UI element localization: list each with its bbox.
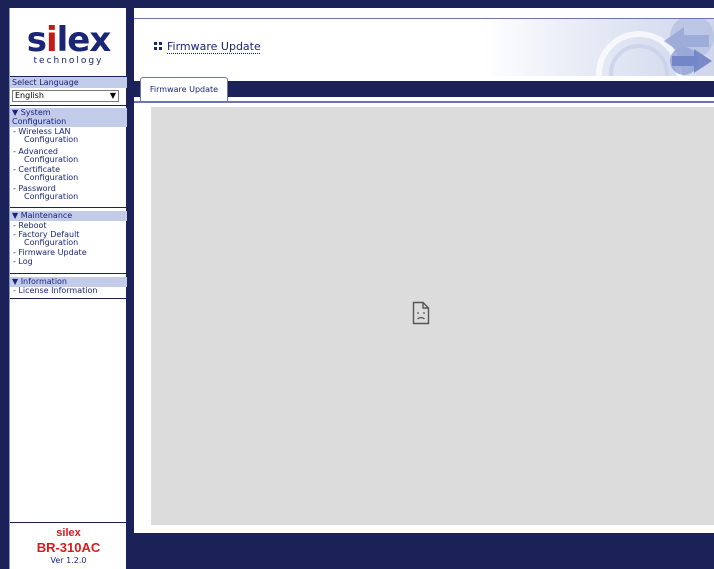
silex-logo: silex technology [10,14,127,76]
language-separator [10,105,127,106]
broken-page-icon [412,301,430,325]
grid-bullet-icon [154,42,162,50]
menu-item-advanced-configuration[interactable]: - Advanced Configuration [13,148,125,164]
menu-item-certificate-configuration[interactable]: - Certificate Configuration [13,166,125,182]
menu-item-wireless-lan-configuration[interactable]: - Wireless LAN Configuration [13,128,125,144]
chevron-down-icon: ▼ [109,91,116,100]
language-selected-value: English [15,91,44,100]
menu-item-firmware-update[interactable]: - Firmware Update [13,249,125,257]
menu-item-license-information[interactable]: - License Information [13,287,125,295]
logo-wordmark: silex [10,22,127,58]
logo-letter-i: i [45,20,58,60]
logo-letter-s: s [26,20,47,60]
top-frame-band [0,0,714,8]
device-brand: silex [56,527,81,539]
menu-separator [10,207,127,208]
menu-item-label: Configuration [24,135,79,144]
device-info: silex BR-310AC Ver 1.2.0 [10,527,127,566]
menu-item-factory-default-configuration[interactable]: - Factory Default Configuration [13,231,125,247]
menu-item-label: Configuration [24,238,79,247]
menu-item-label: - Log [13,257,33,266]
left-frame-band [0,0,9,569]
bottom-frame-band [134,533,714,569]
device-model: BR-310AC [36,540,101,555]
tab-firmware-update[interactable]: Firmware Update [140,77,228,101]
tab-underline [134,101,714,103]
language-select[interactable]: English ▼ [12,90,119,102]
menu-head-maintenance[interactable]: ▼ Maintenance [10,211,127,221]
menu-item-password-configuration[interactable]: - Password Configuration [13,185,125,201]
divider-frame-band [126,0,134,569]
page-title-text: Firmware Update [167,40,261,53]
menu-separator [10,298,127,299]
logo-letters-lex: lex [56,20,112,60]
sidebar: silex technology Select Language English… [9,8,127,569]
firmware-update-frame [151,107,714,525]
menu-item-label: Configuration [24,173,79,182]
menu-item-label: - License Information [13,286,98,295]
menu-item-label: - Reboot [13,221,47,230]
menu-item-label: Configuration [24,155,79,164]
page-title[interactable]: Firmware Update [154,40,261,53]
menu-item-reboot[interactable]: - Reboot [13,222,125,230]
header-decoration-icon [596,19,714,76]
menu-item-log[interactable]: - Log [13,258,125,266]
main-panel: Firmware Update Firmware Update [134,8,714,569]
menu-item-label: - Firmware Update [13,248,87,257]
menu-head-system-configuration[interactable]: ▼ System Configuration [10,108,127,127]
footer-separator [10,522,127,523]
language-label: Select Language [10,77,127,88]
menu-head-line: Configuration [12,117,67,126]
menu-head-line: ▼ System [12,108,51,117]
page-header: Firmware Update [134,18,714,76]
menu-item-label: Configuration [24,192,79,201]
firmware-version: Ver 1.2.0 [50,556,87,565]
menu-separator [10,273,127,274]
